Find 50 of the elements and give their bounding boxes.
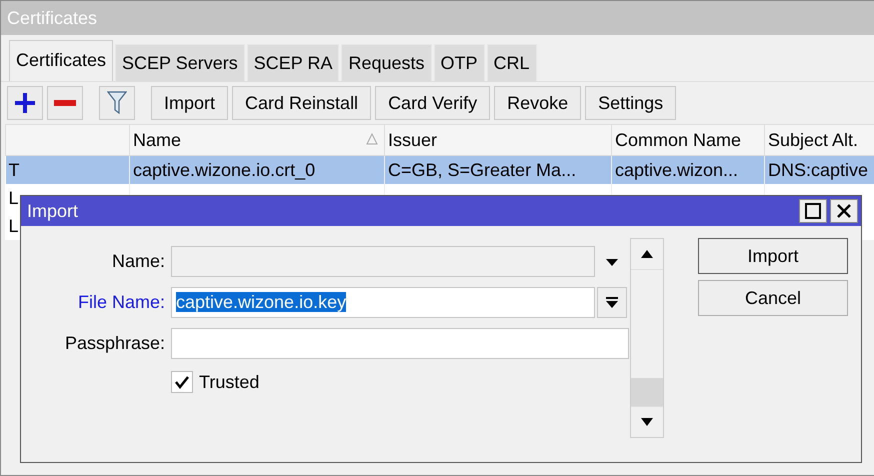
table-cell: C=GB, S=Greater Ma... — [388, 160, 576, 180]
toolbar-button[interactable]: Settings — [585, 86, 676, 120]
add-button[interactable] — [7, 86, 43, 120]
scroll-thumb[interactable] — [631, 378, 663, 406]
input-field[interactable]: captive.wizone.io.key — [171, 287, 595, 318]
toolbar-button[interactable]: Revoke — [494, 86, 582, 120]
plus-icon — [14, 92, 36, 114]
close-button[interactable] — [830, 199, 858, 223]
filter-button[interactable] — [99, 86, 135, 120]
tab[interactable]: Certificates — [9, 40, 114, 81]
column-header[interactable]: Name — [130, 124, 384, 156]
dropdown-icon — [604, 296, 620, 310]
tab[interactable]: SCEP RA — [246, 44, 340, 81]
table-cell: DNS:captive — [768, 160, 868, 180]
table-cell: captive.wizone.io.crt_0 — [133, 160, 316, 180]
toolbar-button[interactable]: Card Reinstall — [232, 86, 372, 120]
check-icon — [174, 375, 190, 389]
toolbar-button[interactable]: Card Verify — [375, 86, 490, 120]
column-header[interactable]: Issuer — [384, 124, 612, 156]
tab[interactable]: Requests — [341, 44, 432, 81]
tab[interactable]: SCEP Servers — [115, 44, 245, 81]
table-cell: L — [8, 188, 19, 208]
maximize-button[interactable] — [799, 199, 827, 223]
field-label: Passphrase: — [64, 333, 165, 354]
dialog-button[interactable]: Import — [698, 238, 848, 274]
scrollbar[interactable] — [630, 238, 664, 438]
table-cell: captive.wizon... — [615, 160, 738, 180]
table-cell: L — [8, 216, 19, 236]
filter-icon — [107, 91, 127, 115]
scroll-up-icon[interactable] — [640, 249, 654, 259]
dialog-title: Import — [27, 200, 80, 222]
dialog-button[interactable]: Cancel — [698, 280, 848, 316]
checkbox-label: Trusted — [199, 372, 260, 392]
input-field[interactable] — [171, 328, 629, 359]
checkbox[interactable] — [171, 371, 193, 393]
dropdown-button[interactable] — [597, 287, 627, 318]
field-label: Name: — [110, 251, 165, 272]
close-icon — [837, 204, 851, 218]
column-header[interactable]: Common Name — [612, 124, 764, 156]
field-label: File Name: — [76, 292, 165, 313]
remove-button[interactable] — [47, 86, 83, 120]
minus-icon — [54, 100, 76, 106]
maximize-icon — [805, 203, 821, 219]
window-title: Certificates — [1, 1, 874, 35]
tab[interactable]: OTP — [434, 44, 485, 81]
tab[interactable]: CRL — [486, 44, 537, 81]
scroll-down-icon[interactable] — [640, 417, 654, 427]
column-header[interactable]: Subject Alt. — [764, 124, 874, 156]
toolbar-button[interactable]: Import — [151, 86, 228, 120]
table-cell: T — [8, 160, 20, 180]
